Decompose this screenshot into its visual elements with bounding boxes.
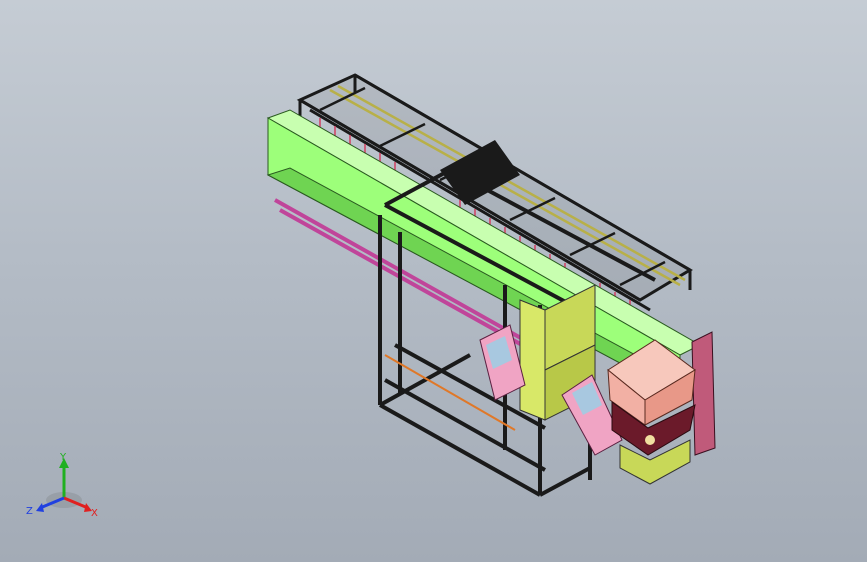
axis-triad[interactable]: Y X Z [22, 448, 112, 528]
x-axis-label: X [91, 508, 98, 519]
z-arrow-head [36, 503, 44, 512]
cad-viewport[interactable]: Y X Z [0, 0, 867, 562]
beam-end-plate [691, 331, 716, 456]
z-axis-label: Z [26, 506, 33, 517]
y-axis-label: Y [59, 452, 67, 463]
assembly-model[interactable] [0, 0, 867, 562]
